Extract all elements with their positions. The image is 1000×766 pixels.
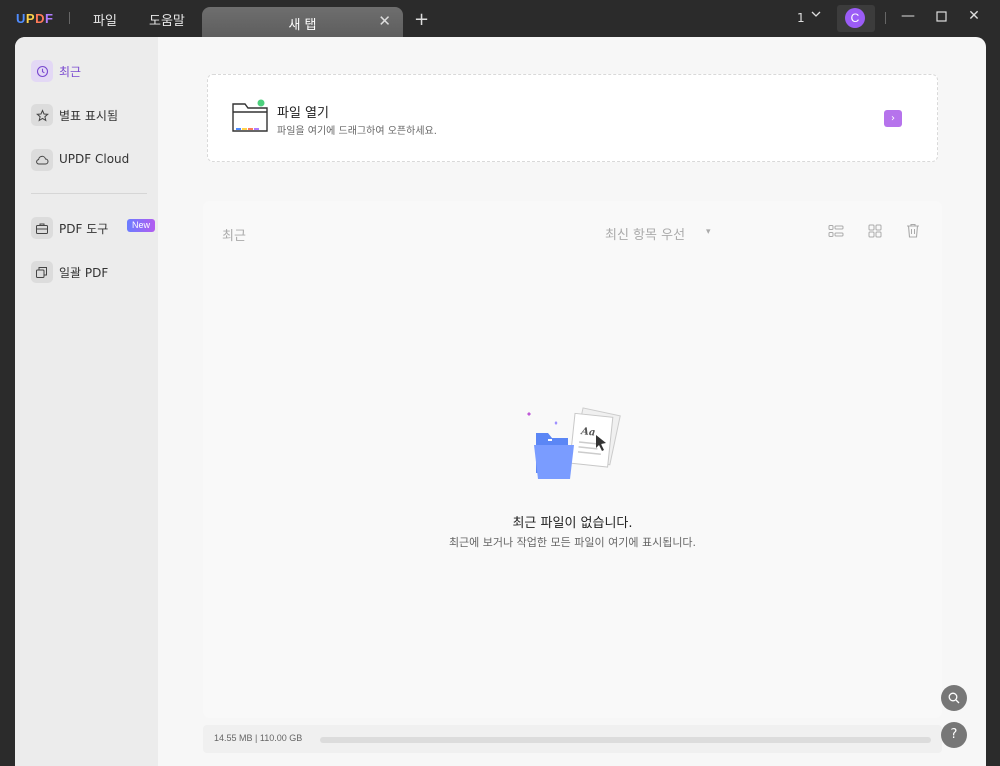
- trash-icon[interactable]: [906, 223, 920, 242]
- tab-new[interactable]: 새 탭 ✕: [202, 7, 403, 37]
- svg-text:Aa: Aa: [580, 426, 596, 439]
- add-tab-icon[interactable]: +: [414, 9, 429, 30]
- grid-view-icon[interactable]: [868, 223, 882, 242]
- sidebar-item-label: PDF 도구: [59, 222, 109, 236]
- empty-state-subtitle: 최근에 보거나 작업한 모든 파일이 여기에 표시됩니다.: [448, 536, 697, 549]
- clock-icon: [31, 60, 53, 82]
- new-badge: New: [127, 219, 156, 232]
- maximize-button[interactable]: [931, 8, 951, 26]
- folder-open-icon: [232, 99, 268, 137]
- sidebar-divider: [31, 193, 147, 194]
- divider: [69, 12, 70, 24]
- divider: [885, 12, 886, 24]
- sort-dropdown[interactable]: 최신 항목 우선: [605, 224, 685, 243]
- open-file-subtitle: 파일을 여기에 드래그하여 오픈하세요.: [277, 126, 437, 137]
- storage-progress-bar: [320, 737, 931, 743]
- menu-file[interactable]: 파일: [93, 10, 117, 29]
- open-file-title: 파일 열기: [277, 106, 329, 121]
- empty-files-illustration: Aa: [524, 403, 624, 499]
- page-count[interactable]: 1: [797, 11, 805, 25]
- sidebar-item-pdf-tools[interactable]: PDF 도구 New: [31, 216, 156, 242]
- batch-icon: [31, 261, 53, 283]
- sidebar: 최근 별표 표시됨 UPDF Cloud PDF 도구 New 일괄 PDF: [15, 37, 158, 766]
- avatar: C: [845, 8, 865, 28]
- sidebar-item-label: 일괄 PDF: [59, 266, 109, 280]
- help-button[interactable]: ?: [941, 722, 967, 748]
- search-button[interactable]: [941, 685, 967, 711]
- caret-down-icon[interactable]: ▾: [706, 227, 711, 237]
- recent-heading: 최근: [222, 229, 246, 244]
- sidebar-item-batch[interactable]: 일괄 PDF: [31, 260, 151, 286]
- account-button[interactable]: C: [837, 5, 875, 32]
- close-window-button[interactable]: ✕: [964, 8, 984, 24]
- app-window: 최근 별표 표시됨 UPDF Cloud PDF 도구 New 일괄 PDF 파…: [15, 37, 986, 766]
- tab-title: 새 탭: [288, 18, 317, 33]
- open-file-card[interactable]: 파일 열기 파일을 여기에 드래그하여 오픈하세요. ›: [207, 74, 938, 162]
- tab-close-icon[interactable]: ✕: [378, 12, 391, 30]
- recent-files-panel: 최근 최신 항목 우선 ▾ Aa 최근 파일이 없습니다. 최근에 보거나 작업…: [203, 201, 942, 718]
- chevron-down-icon[interactable]: [810, 8, 822, 23]
- storage-text: 14.55 MB | 110.00 GB: [214, 733, 303, 743]
- sidebar-item-label: 최근: [59, 65, 82, 79]
- sidebar-item-label: 별표 표시됨: [59, 109, 119, 123]
- minimize-button[interactable]: —: [898, 8, 918, 24]
- empty-state-title: 최근 파일이 없습니다.: [512, 516, 633, 531]
- menu-help[interactable]: 도움말: [149, 10, 185, 29]
- updf-logo: UPDF: [16, 11, 54, 26]
- cloud-icon: [31, 149, 53, 171]
- open-file-arrow-button[interactable]: ›: [884, 110, 902, 127]
- title-bar: UPDF 파일 도움말 새 탭 ✕ + 1 C — ✕: [0, 0, 1000, 37]
- list-view-icon[interactable]: [828, 223, 844, 242]
- storage-usage: 14.55 MB | 110.00 GB: [203, 725, 942, 753]
- sidebar-item-label: UPDF Cloud: [59, 152, 130, 166]
- star-icon: [31, 104, 53, 126]
- sidebar-item-cloud[interactable]: UPDF Cloud: [31, 148, 151, 174]
- sidebar-item-starred[interactable]: 별표 표시됨: [31, 103, 151, 129]
- toolbox-icon: [31, 217, 53, 239]
- sidebar-item-recent[interactable]: 최근: [31, 59, 151, 85]
